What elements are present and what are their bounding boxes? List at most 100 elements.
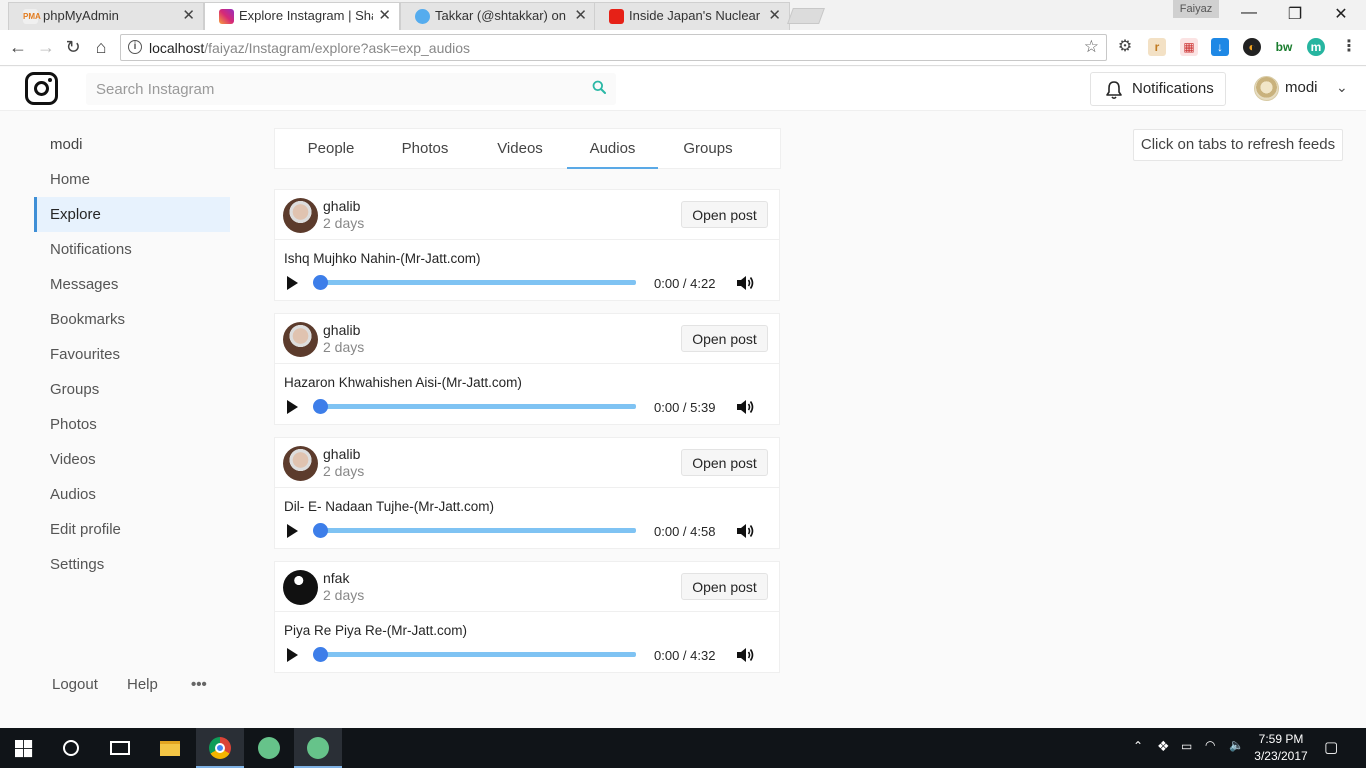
sidebar-item-bookmarks[interactable]: Bookmarks bbox=[34, 302, 230, 337]
avatar[interactable] bbox=[283, 198, 318, 233]
seek-handle[interactable] bbox=[313, 275, 328, 290]
sidebar-item-explore[interactable]: Explore bbox=[34, 197, 230, 232]
audio-time: 0:00 / 5:39 bbox=[654, 400, 716, 415]
close-icon[interactable]: ✕ bbox=[182, 3, 195, 29]
post-username[interactable]: ghalib bbox=[323, 322, 360, 338]
dropbox-icon[interactable]: ❖ bbox=[1157, 738, 1170, 755]
atom-icon[interactable] bbox=[294, 728, 342, 768]
volume-icon[interactable] bbox=[735, 273, 755, 293]
volume-icon[interactable] bbox=[735, 521, 755, 541]
post-username[interactable]: ghalib bbox=[323, 446, 360, 462]
action-center-icon[interactable]: ▢ bbox=[1324, 738, 1338, 756]
battery-icon[interactable]: ▭ bbox=[1181, 739, 1192, 753]
forward-icon[interactable]: → bbox=[34, 37, 58, 58]
tab-videos[interactable]: Videos bbox=[482, 129, 558, 169]
extension-icon[interactable]: m bbox=[1307, 38, 1325, 56]
pma-icon: PMA bbox=[23, 9, 41, 24]
extension-icon[interactable]: r bbox=[1148, 38, 1166, 56]
seek-handle[interactable] bbox=[313, 399, 328, 414]
notifications-button[interactable]: Notifications bbox=[1090, 72, 1226, 106]
restore-icon[interactable]: ❐ bbox=[1272, 4, 1318, 24]
seek-handle[interactable] bbox=[313, 647, 328, 662]
chevron-down-icon[interactable]: ⌄ bbox=[1336, 79, 1348, 96]
post-username[interactable]: nfak bbox=[323, 570, 349, 586]
post-username[interactable]: ghalib bbox=[323, 198, 360, 214]
bookmark-star-icon[interactable]: ☆ bbox=[1084, 37, 1099, 57]
info-icon[interactable]: i bbox=[128, 40, 142, 54]
close-icon[interactable]: ✕ bbox=[768, 3, 781, 29]
browser-tab-instagram[interactable]: Explore Instagram | Share ✕ bbox=[204, 2, 400, 30]
extension-icon[interactable]: bw bbox=[1275, 38, 1293, 56]
task-view-icon[interactable] bbox=[96, 728, 144, 768]
seek-bar[interactable] bbox=[321, 280, 636, 285]
tab-people[interactable]: People bbox=[292, 129, 370, 169]
search-icon[interactable] bbox=[592, 80, 606, 94]
help-link[interactable]: Help bbox=[127, 676, 158, 693]
cortana-search-icon[interactable] bbox=[48, 728, 96, 768]
back-icon[interactable]: ← bbox=[6, 37, 30, 58]
browser-tab-twitter[interactable]: Takkar (@shtakkar) on Tw ✕ bbox=[400, 2, 596, 30]
seek-bar[interactable] bbox=[321, 652, 636, 657]
wifi-icon[interactable]: ◠ bbox=[1205, 738, 1215, 752]
home-icon[interactable]: ⌂ bbox=[89, 37, 113, 58]
chevron-up-icon[interactable]: ⌃ bbox=[1133, 739, 1143, 753]
tab-groups[interactable]: Groups bbox=[670, 129, 746, 169]
window-close-icon[interactable]: ✕ bbox=[1318, 4, 1364, 24]
avatar[interactable] bbox=[283, 446, 318, 481]
browser-tab-phpmyadmin[interactable]: PMA phpMyAdmin ✕ bbox=[8, 2, 204, 30]
seek-handle[interactable] bbox=[313, 523, 328, 538]
volume-icon[interactable] bbox=[735, 397, 755, 417]
volume-icon[interactable] bbox=[735, 645, 755, 665]
chrome-icon[interactable] bbox=[196, 728, 244, 768]
sidebar-item-notifications[interactable]: Notifications bbox=[34, 232, 230, 267]
address-bar[interactable]: i localhost/faiyaz/Instagram/explore?ask… bbox=[120, 34, 1107, 61]
open-post-button[interactable]: Open post bbox=[681, 573, 768, 600]
minimize-icon[interactable]: — bbox=[1226, 4, 1272, 22]
settings-extension-icon[interactable]: ⚙ bbox=[1116, 38, 1134, 56]
search-input[interactable] bbox=[86, 73, 566, 105]
clock-date[interactable]: 3/23/2017 bbox=[1253, 749, 1309, 763]
sidebar-item-user[interactable]: modi bbox=[34, 127, 230, 162]
clock-time[interactable]: 7:59 PM bbox=[1255, 732, 1307, 746]
browser-menu-icon[interactable]: ⋮ bbox=[1340, 38, 1358, 56]
more-icon[interactable]: ••• bbox=[191, 676, 207, 693]
play-icon[interactable] bbox=[287, 524, 298, 538]
reload-icon[interactable]: ↻ bbox=[61, 37, 85, 58]
instagram-logo-icon[interactable] bbox=[25, 72, 58, 105]
profile-chip[interactable]: Faiyaz bbox=[1173, 0, 1219, 18]
sidebar-item-audios[interactable]: Audios bbox=[34, 477, 230, 512]
close-icon[interactable]: ✕ bbox=[574, 3, 587, 29]
extension-icon[interactable]: ◐ bbox=[1243, 38, 1261, 56]
seek-bar[interactable] bbox=[321, 528, 636, 533]
logout-link[interactable]: Logout bbox=[52, 676, 98, 693]
speaker-icon[interactable]: 🔈 bbox=[1229, 738, 1244, 752]
windows-start-icon[interactable] bbox=[0, 728, 48, 768]
audio-time: 0:00 / 4:58 bbox=[654, 524, 716, 539]
avatar[interactable] bbox=[283, 322, 318, 357]
sidebar-item-messages[interactable]: Messages bbox=[34, 267, 230, 302]
sidebar-item-videos[interactable]: Videos bbox=[34, 442, 230, 477]
browser-tab-youtube[interactable]: Inside Japan's Nuclear M ✕ bbox=[594, 2, 790, 30]
atom-icon[interactable] bbox=[245, 728, 293, 768]
sidebar-item-settings[interactable]: Settings bbox=[34, 547, 230, 582]
new-tab-button[interactable] bbox=[787, 8, 825, 24]
play-icon[interactable] bbox=[287, 400, 298, 414]
sidebar-item-favourites[interactable]: Favourites bbox=[34, 337, 230, 372]
play-icon[interactable] bbox=[287, 276, 298, 290]
seek-bar[interactable] bbox=[321, 404, 636, 409]
open-post-button[interactable]: Open post bbox=[681, 201, 768, 228]
tab-audios[interactable]: Audios bbox=[567, 129, 658, 169]
play-icon[interactable] bbox=[287, 648, 298, 662]
sidebar-item-photos[interactable]: Photos bbox=[34, 407, 230, 442]
download-extension-icon[interactable]: ↓ bbox=[1211, 38, 1229, 56]
extension-icon[interactable]: ▦ bbox=[1180, 38, 1198, 56]
sidebar-item-edit-profile[interactable]: Edit profile bbox=[34, 512, 230, 547]
avatar[interactable] bbox=[283, 570, 318, 605]
open-post-button[interactable]: Open post bbox=[681, 449, 768, 476]
file-explorer-icon[interactable] bbox=[146, 728, 194, 768]
sidebar-item-groups[interactable]: Groups bbox=[34, 372, 230, 407]
sidebar-item-home[interactable]: Home bbox=[34, 162, 230, 197]
open-post-button[interactable]: Open post bbox=[681, 325, 768, 352]
close-icon[interactable]: ✕ bbox=[378, 3, 391, 29]
tab-photos[interactable]: Photos bbox=[387, 129, 463, 169]
